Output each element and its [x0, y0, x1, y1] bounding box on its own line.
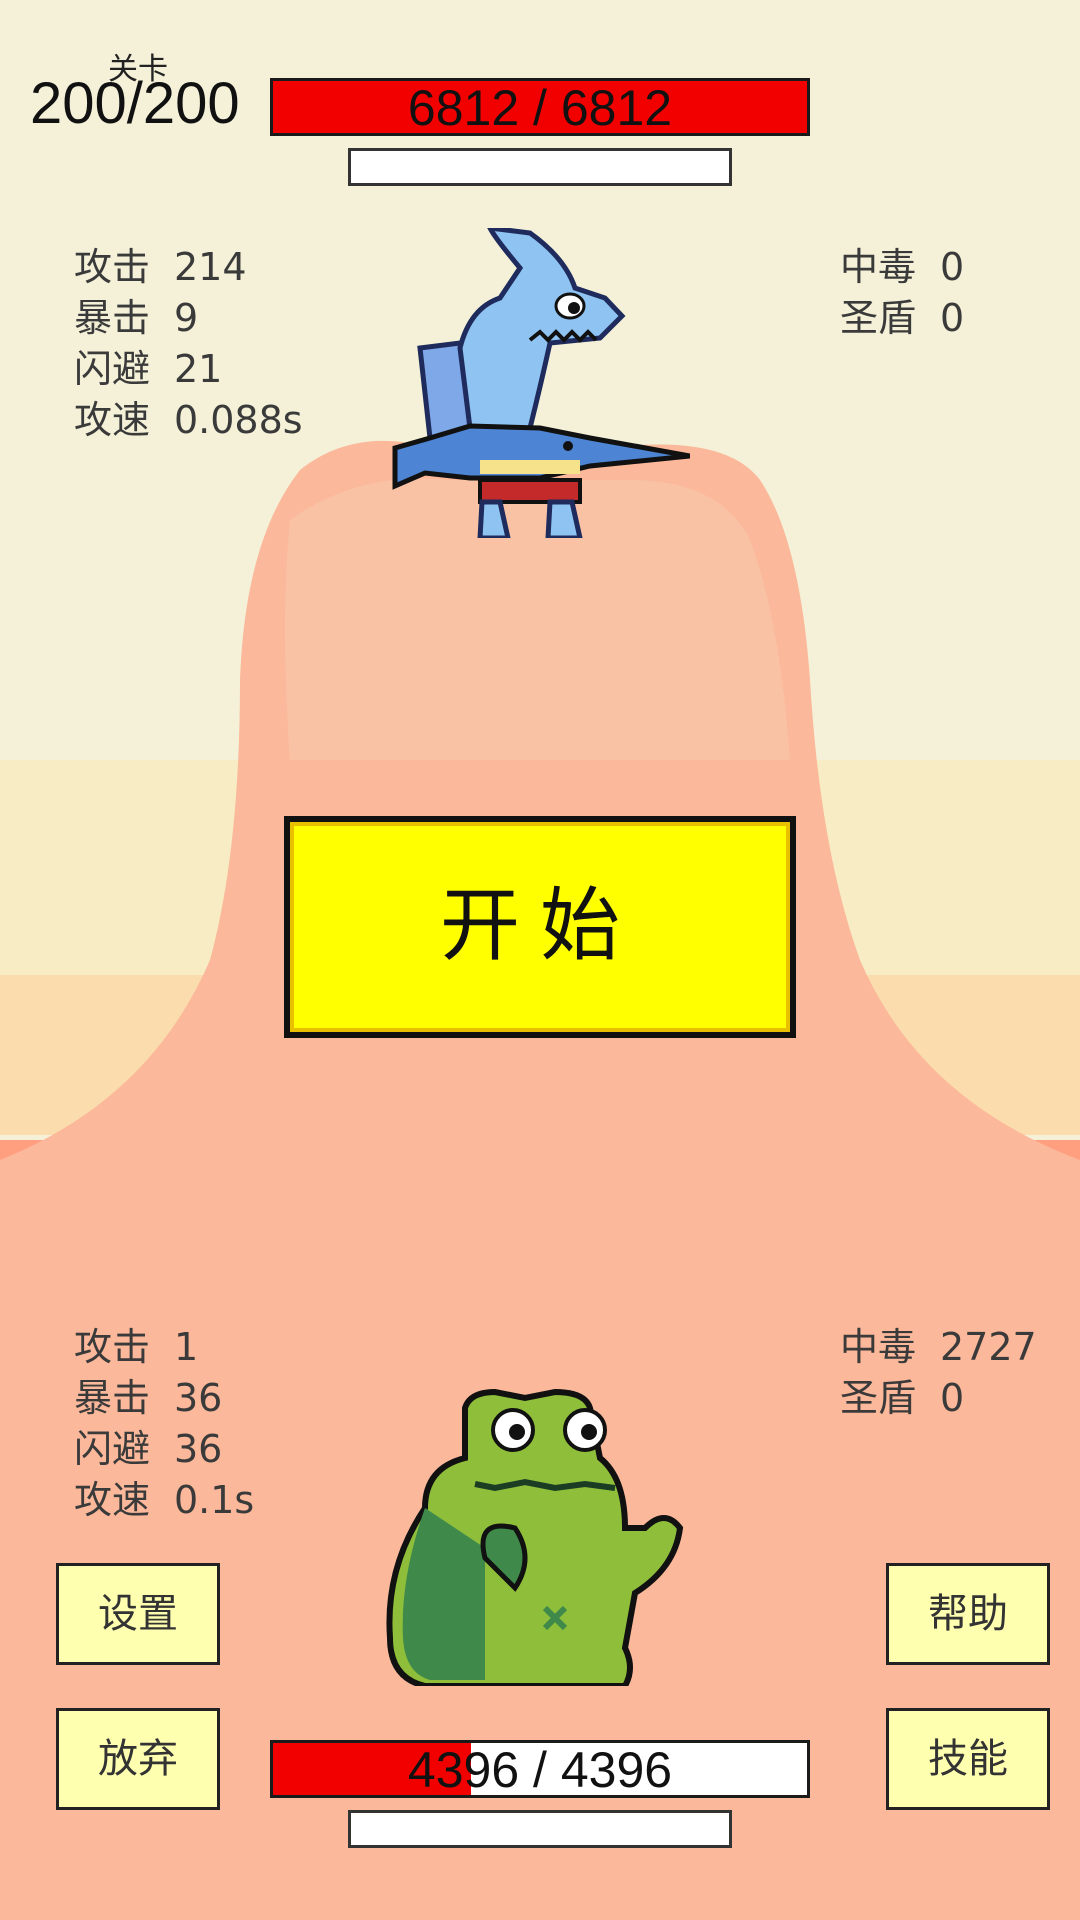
shark-enemy-sprite: [392, 228, 690, 538]
stat-value: 0: [940, 1376, 965, 1420]
stat-row-dodge: 闪避 36: [74, 1424, 254, 1475]
enemy-stats-right: 中毒 0 圣盾 0: [840, 242, 964, 344]
enemy-hp-bar: 6812 / 6812: [270, 78, 810, 136]
stat-row-attack: 攻击 214: [74, 242, 303, 293]
stat-row-poison: 中毒 0: [840, 242, 964, 293]
stat-label: 圣盾: [840, 1376, 917, 1420]
give-up-button[interactable]: 放弃: [56, 1708, 220, 1810]
stat-value: 1: [174, 1325, 199, 1369]
stat-row-speed: 攻速 0.088s: [74, 395, 303, 446]
stat-label: 暴击: [74, 296, 151, 340]
stat-value: 0: [940, 245, 965, 289]
enemy-hp-text: 6812 / 6812: [407, 80, 673, 136]
help-button[interactable]: 帮助: [886, 1563, 1050, 1665]
stat-row-attack: 攻击 1: [74, 1322, 254, 1373]
stat-label: 圣盾: [840, 296, 917, 340]
player-shield-bar: [348, 1810, 732, 1848]
enemy-stats-left: 攻击 214 暴击 9 闪避 21 攻速 0.088s: [74, 242, 303, 446]
stat-row-crit: 暴击 9: [74, 293, 303, 344]
stat-label: 闪避: [74, 347, 151, 391]
stat-value: 0.088s: [174, 398, 303, 442]
level-value: 200/200: [30, 71, 240, 136]
skills-button[interactable]: 技能: [886, 1708, 1050, 1810]
stat-label: 攻击: [74, 1325, 151, 1369]
stat-row-holy-shield: 圣盾 0: [840, 1373, 1037, 1424]
stat-value: 0: [940, 296, 965, 340]
settings-button[interactable]: 设置: [56, 1563, 220, 1665]
stat-label: 攻速: [74, 398, 151, 442]
stat-row-crit: 暴击 36: [74, 1373, 254, 1424]
stat-label: 攻速: [74, 1478, 151, 1522]
stat-label: 攻击: [74, 245, 151, 289]
stat-value: 214: [174, 245, 247, 289]
stat-row-holy-shield: 圣盾 0: [840, 293, 964, 344]
stat-row-speed: 攻速 0.1s: [74, 1475, 254, 1526]
stat-label: 中毒: [840, 245, 917, 289]
enemy-shield-bar: [348, 148, 732, 186]
start-button[interactable]: 开始: [284, 816, 796, 1038]
stat-label: 暴击: [74, 1376, 151, 1420]
player-stats-left: 攻击 1 暴击 36 闪避 36 攻速 0.1s: [74, 1322, 254, 1526]
stat-value: 9: [174, 296, 199, 340]
stat-value: 0.1s: [174, 1478, 255, 1522]
stat-value: 2727: [940, 1325, 1037, 1369]
player-hp-text: 4396 / 4396: [407, 1742, 673, 1798]
stat-value: 21: [174, 347, 223, 391]
stat-row-poison: 中毒 2727: [840, 1322, 1037, 1373]
stat-value: 36: [174, 1427, 223, 1471]
stat-value: 36: [174, 1376, 223, 1420]
stat-label: 闪避: [74, 1427, 151, 1471]
player-hp-bar: 4396 / 4396: [270, 1740, 810, 1798]
stat-label: 中毒: [840, 1325, 917, 1369]
stat-row-dodge: 闪避 21: [74, 344, 303, 395]
player-stats-right: 中毒 2727 圣盾 0: [840, 1322, 1037, 1424]
frog-player-sprite: [386, 1388, 684, 1686]
